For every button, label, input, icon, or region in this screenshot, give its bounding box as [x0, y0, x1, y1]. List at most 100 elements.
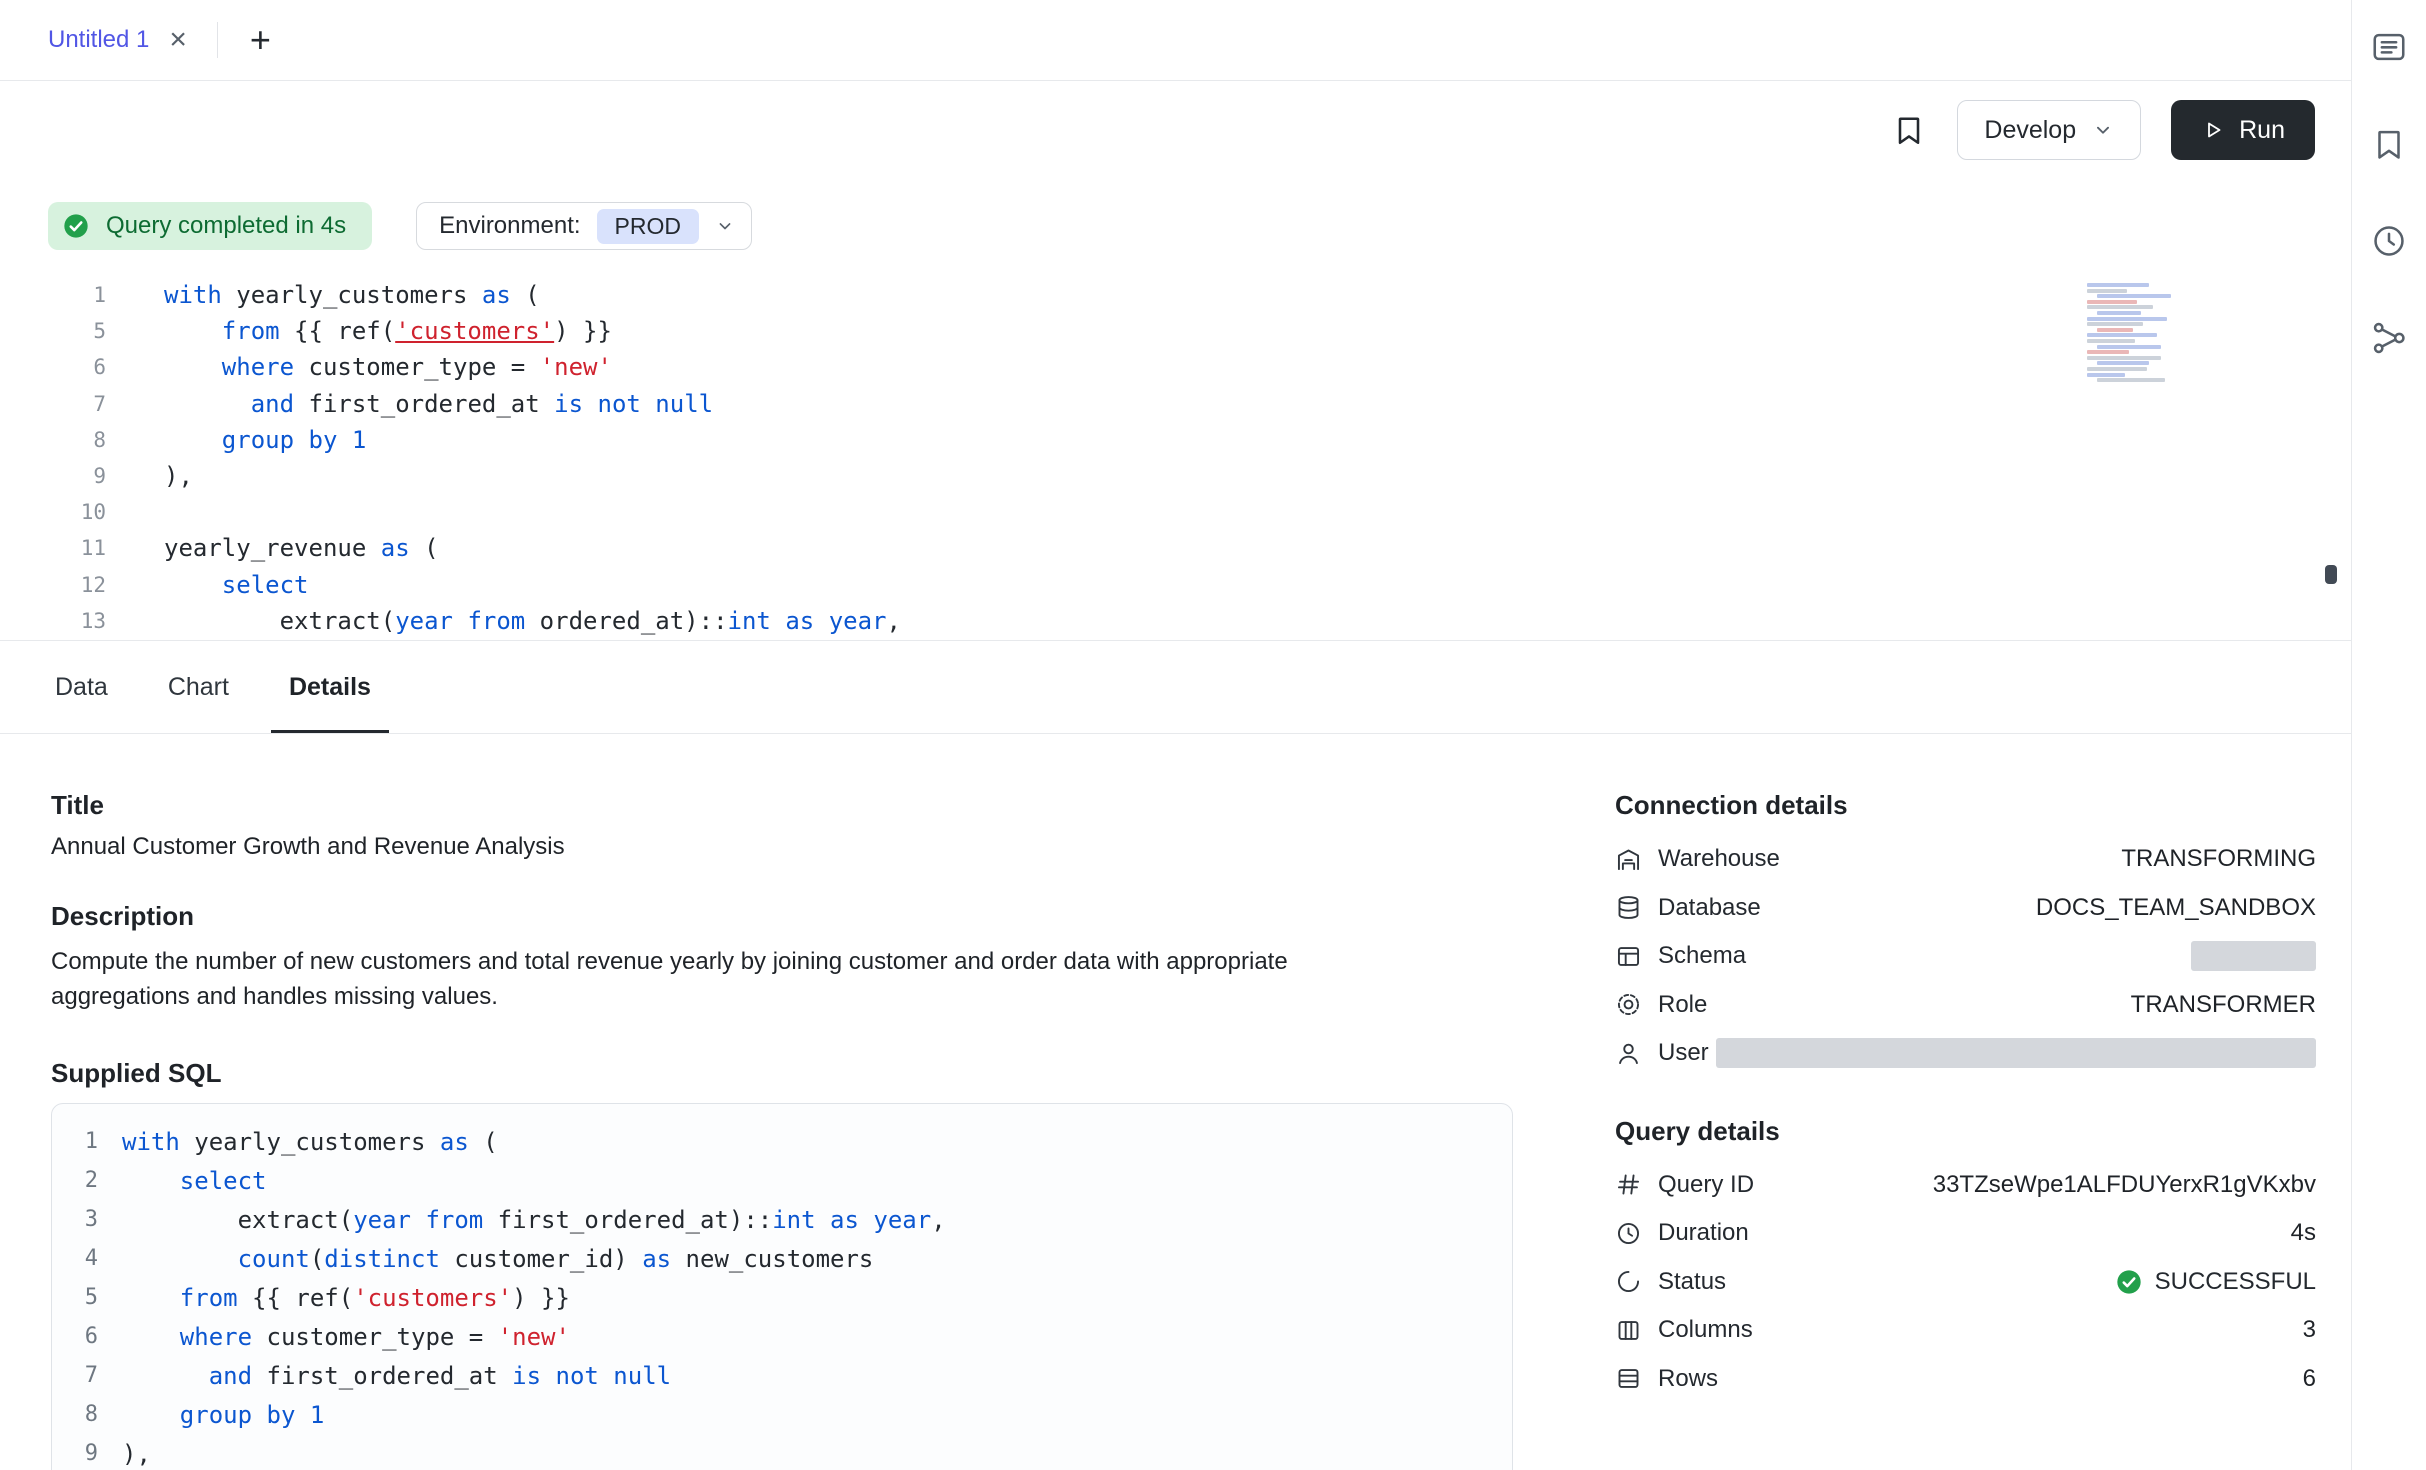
history-icon: [2370, 222, 2408, 260]
code-line: 7 and first_ordered_at is not null: [0, 386, 2351, 422]
code-line: 5 from {{ ref('customers') }}: [52, 1278, 1512, 1317]
close-tab-icon[interactable]: ×: [169, 25, 187, 55]
code-line: 2 select: [52, 1161, 1512, 1200]
schema-icon: [1615, 943, 1642, 970]
run-button[interactable]: Run: [2171, 100, 2315, 160]
description-text: Compute the number of new customers and …: [51, 944, 1411, 1014]
columns-icon: [1615, 1317, 1642, 1344]
clock-icon: [1615, 1220, 1642, 1247]
code-line: 6 where customer_type = 'new': [0, 349, 2351, 385]
code-line: 1with yearly_customers as (: [0, 277, 2351, 313]
line-number: 8: [0, 428, 106, 452]
bookmark-button[interactable]: [1891, 112, 1927, 148]
tab-untitled-1[interactable]: Untitled 1 ×: [0, 0, 217, 80]
description-heading: Description: [51, 901, 1513, 932]
row-label: Rows: [1658, 1365, 1718, 1393]
editor-lines: 1with yearly_customers as ( 5 from {{ ref…: [0, 277, 2351, 639]
title-value: Annual Customer Growth and Revenue Analy…: [51, 833, 1513, 861]
code-text: select: [164, 571, 309, 599]
tab-details[interactable]: Details: [285, 641, 375, 733]
play-icon: [2201, 118, 2225, 142]
row-label: Database: [1658, 894, 1761, 922]
connection-details-heading: Connection details: [1615, 790, 2316, 821]
details-panel: Title Annual Customer Growth and Revenue…: [0, 734, 2351, 1470]
right-icon-rail: [2351, 0, 2426, 1470]
editor-scrollbar[interactable]: [2325, 565, 2337, 584]
code-text: extract(year from first_ordered_at)::int…: [122, 1206, 946, 1234]
line-number: 5: [0, 319, 106, 343]
code-line: 9),: [52, 1434, 1512, 1470]
sql-editor[interactable]: 1with yearly_customers as ( 5 from {{ ref…: [0, 273, 2351, 641]
develop-label: Develop: [1984, 116, 2076, 145]
row-label: Duration: [1658, 1219, 1749, 1247]
chevron-down-icon: [2092, 119, 2114, 141]
code-line: 6 where customer_type = 'new': [52, 1317, 1512, 1356]
code-text: from {{ ref('customers') }}: [164, 317, 612, 345]
line-number: 13: [0, 609, 106, 633]
new-tab-button[interactable]: +: [250, 22, 271, 58]
query-row-status: Status SUCCESSFUL: [1615, 1258, 2316, 1307]
code-text: yearly_revenue as (: [164, 534, 439, 562]
tab-data[interactable]: Data: [51, 641, 112, 733]
row-label: User: [1658, 1039, 1709, 1067]
app-root: Untitled 1 × + Develop Run: [0, 0, 2426, 1470]
bookmarks-button[interactable]: [2369, 124, 2409, 164]
code-text: count(distinct customer_id) as new_custo…: [122, 1245, 873, 1273]
query-row-id: Query ID 33TZseWpe1ALFDUYerxR1gVKxbv: [1615, 1161, 2316, 1210]
code-text: and first_ordered_at is not null: [122, 1362, 671, 1390]
tab-title: Untitled 1: [48, 26, 149, 54]
status-value: SUCCESSFUL: [2115, 1268, 2316, 1296]
environment-selector[interactable]: Environment: PROD: [416, 202, 752, 250]
row-value: 3: [2303, 1316, 2316, 1344]
tab-divider: [217, 22, 218, 58]
row-value: 4s: [2291, 1219, 2316, 1247]
query-status-text: Query completed in 4s: [106, 212, 346, 240]
line-number: 10: [0, 500, 106, 524]
history-button[interactable]: [2369, 221, 2409, 261]
environment-value-chip: PROD: [597, 209, 699, 244]
role-icon: [1615, 991, 1642, 1018]
code-text: group by 1: [164, 426, 366, 454]
rows-icon: [1615, 1365, 1642, 1392]
line-number: 1: [0, 283, 106, 307]
minimap[interactable]: [2087, 283, 2205, 387]
connection-row-role: Role TRANSFORMER: [1615, 981, 2316, 1030]
line-number: 7: [68, 1363, 98, 1388]
ref-link[interactable]: 'customers': [395, 317, 554, 345]
line-number: 6: [68, 1324, 98, 1349]
connection-row-database: Database DOCS_TEAM_SANDBOX: [1615, 884, 2316, 933]
code-text: from {{ ref('customers') }}: [122, 1284, 570, 1312]
toolbar: Develop Run: [0, 81, 2351, 179]
warehouse-icon: [1615, 846, 1642, 873]
code-line: 11yearly_revenue as (: [0, 530, 2351, 566]
line-number: 7: [0, 392, 106, 416]
bookmark-icon: [2370, 125, 2408, 163]
check-circle-icon: [2115, 1268, 2143, 1296]
code-line: 9),: [0, 458, 2351, 494]
query-details-heading: Query details: [1615, 1116, 2316, 1147]
chevron-down-icon: [715, 216, 735, 236]
code-text: where customer_type = 'new': [122, 1323, 570, 1351]
run-label: Run: [2239, 116, 2285, 145]
line-number: 2: [68, 1168, 98, 1193]
database-icon: [1615, 894, 1642, 921]
line-number: 6: [0, 355, 106, 379]
row-value: 6: [2303, 1365, 2316, 1393]
editor-tab-bar: Untitled 1 × +: [0, 0, 2351, 81]
row-value: TRANSFORMING: [2121, 845, 2316, 873]
supplied-sql-heading: Supplied SQL: [51, 1058, 1513, 1089]
line-number: 9: [0, 464, 106, 488]
tab-chart[interactable]: Chart: [164, 641, 233, 733]
develop-dropdown[interactable]: Develop: [1957, 100, 2141, 160]
title-heading: Title: [51, 790, 1513, 821]
row-label: Warehouse: [1658, 845, 1780, 873]
query-list-icon: [2370, 28, 2408, 66]
lineage-button[interactable]: [2369, 318, 2409, 358]
code-line: 8 group by 1: [52, 1395, 1512, 1434]
supplied-sql-block: 1with yearly_customers as (2 select3 ext…: [51, 1103, 1513, 1470]
connection-row-schema: Schema: [1615, 932, 2316, 981]
details-right-column: Connection details Warehouse TRANSFORMIN…: [1615, 790, 2316, 1470]
row-value: DOCS_TEAM_SANDBOX: [2036, 894, 2316, 922]
query-list-button[interactable]: [2369, 27, 2409, 67]
line-number: 5: [68, 1285, 98, 1310]
